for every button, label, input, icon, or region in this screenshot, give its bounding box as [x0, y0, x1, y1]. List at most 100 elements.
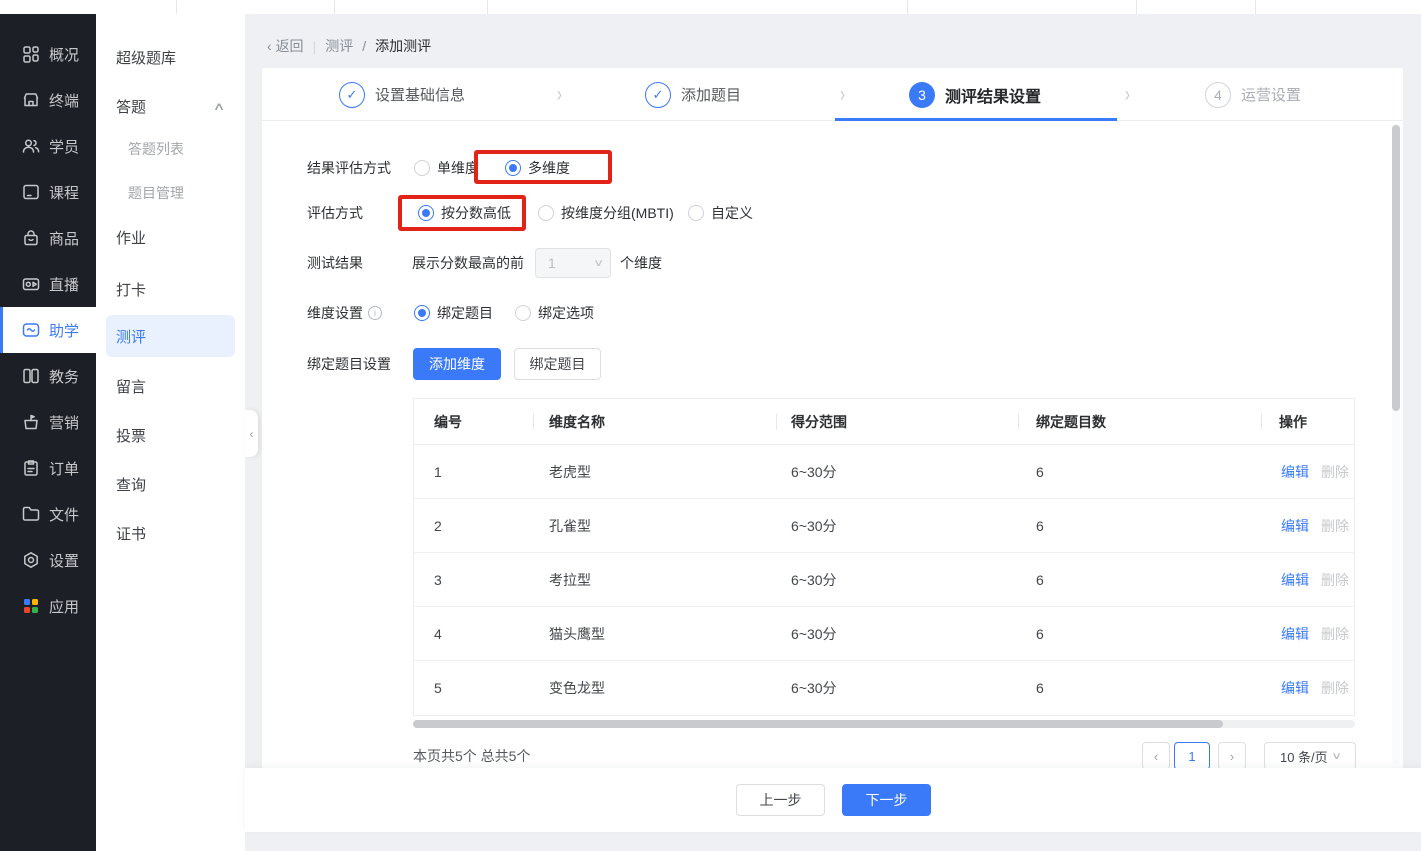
chevron-up-icon: ∧: [213, 100, 226, 113]
page-size-select[interactable]: 10 条/页 ∨: [1264, 742, 1356, 770]
radio-multi-dimension[interactable]: 多维度: [505, 152, 570, 184]
header-divider: [1018, 414, 1019, 430]
breadcrumb-current: 添加测评: [375, 36, 431, 56]
pagination-next-button[interactable]: ›: [1218, 742, 1246, 770]
sidebar-item-courses[interactable]: 课程: [0, 169, 96, 215]
header-divider: [1261, 414, 1262, 430]
delete-link[interactable]: 删除: [1321, 553, 1349, 607]
submenu-item-question-manage[interactable]: 题目管理: [106, 173, 235, 213]
submenu-item-checkin[interactable]: 打卡: [106, 269, 235, 309]
vertical-scrollbar-thumb[interactable]: [1392, 125, 1400, 411]
submenu-item-certificate[interactable]: 证书: [106, 513, 235, 553]
scrollbar-thumb[interactable]: [413, 720, 1223, 728]
delete-link[interactable]: 删除: [1321, 661, 1349, 715]
delete-link[interactable]: 删除: [1321, 499, 1349, 553]
submenu-item-query[interactable]: 查询: [106, 464, 235, 504]
radio-by-dimension-group[interactable]: 按维度分组(MBTI): [538, 197, 674, 229]
settings-icon: [21, 550, 41, 570]
col-count: 绑定题目数: [1036, 399, 1106, 445]
table-row: 5 变色龙型 6~30分 6 编辑 删除: [414, 661, 1354, 715]
pagination-page-1[interactable]: 1: [1174, 742, 1210, 770]
sidebar-collapse-handle[interactable]: ‹: [245, 410, 258, 457]
radio-bind-option[interactable]: 绑定选项: [515, 297, 594, 329]
sidebar-item-label: 助学: [49, 320, 79, 341]
step-number: 3: [909, 82, 935, 108]
chevron-right-icon: ›: [557, 57, 562, 131]
radio-bind-question[interactable]: 绑定题目: [414, 297, 493, 329]
sidebar-item-orders[interactable]: 订单: [0, 445, 96, 491]
sidebar-item-terminal[interactable]: 终端: [0, 77, 96, 123]
chevron-left-icon: ‹: [250, 427, 254, 441]
table-row: 3 考拉型 6~30分 6 编辑 删除: [414, 553, 1354, 607]
table-header: 编号 维度名称 得分范围 绑定题目数 操作: [414, 399, 1354, 445]
table-row: 1 老虎型 6~30分 6 编辑 删除: [414, 445, 1354, 499]
submenu-item-message[interactable]: 留言: [106, 366, 235, 406]
breadcrumb: ‹ 返回 | 测评 / 添加测评: [267, 36, 431, 56]
sidebar-item-settings[interactable]: 设置: [0, 537, 96, 583]
step-basic-info: ✓ 设置基础信息: [339, 68, 465, 121]
bind-question-button[interactable]: 绑定题目: [514, 348, 601, 380]
submenu-item-homework[interactable]: 作业: [106, 217, 235, 257]
academics-icon: [21, 366, 41, 386]
sidebar-item-label: 概况: [49, 44, 79, 65]
sidebar-item-marketing[interactable]: 营销: [0, 399, 96, 445]
form-row-test-result: 测试结果 展示分数最高的前 1 ∨ 个维度: [262, 247, 1403, 279]
submenu-item-answering[interactable]: 答题∧: [106, 86, 235, 126]
submenu-item-vote[interactable]: 投票: [106, 415, 235, 455]
submenu-item-assessment[interactable]: 测评: [106, 315, 235, 357]
select-prefix-text: 展示分数最高的前: [412, 247, 524, 279]
add-dimension-button[interactable]: 添加维度: [413, 348, 501, 380]
sidebar-item-label: 学员: [49, 136, 79, 157]
sidebar-item-academics[interactable]: 教务: [0, 353, 96, 399]
radio-checked-icon: [418, 205, 434, 221]
apps-icon: [21, 596, 41, 616]
radio-icon: [515, 305, 531, 321]
sidebar-item-label: 订单: [49, 458, 79, 479]
chevron-down-icon: ∨: [1331, 751, 1342, 762]
breadcrumb-section[interactable]: 测评: [325, 36, 353, 56]
edit-link[interactable]: 编辑: [1281, 499, 1309, 553]
sidebar-item-students[interactable]: 学员: [0, 123, 96, 169]
chevron-down-icon: ∨: [593, 258, 604, 269]
courses-icon: [21, 182, 41, 202]
sidebar-item-label: 课程: [49, 182, 79, 203]
stepper: ✓ 设置基础信息 › ✓ 添加题目 › 3 测评结果设置 › 4 运营设置: [262, 68, 1403, 121]
back-link[interactable]: ‹ 返回: [267, 36, 304, 56]
edit-link[interactable]: 编辑: [1281, 445, 1309, 499]
submenu-item-answer-list[interactable]: 答题列表: [106, 129, 235, 169]
horizontal-scrollbar[interactable]: [413, 720, 1355, 728]
radio-custom[interactable]: 自定义: [688, 197, 753, 229]
step-operation-settings: 4 运营设置: [1205, 68, 1301, 121]
sidebar-item-goods[interactable]: 商品: [0, 215, 96, 261]
pagination-prev-button[interactable]: ‹: [1142, 742, 1170, 770]
sidebar-item-files[interactable]: 文件: [0, 491, 96, 537]
breadcrumb-separator: /: [362, 38, 366, 54]
sidebar-item-study-aid[interactable]: 助学: [0, 307, 96, 353]
next-step-button[interactable]: 下一步: [842, 784, 931, 816]
tab-divider: [907, 0, 908, 14]
edit-link[interactable]: 编辑: [1281, 607, 1309, 661]
previous-step-button[interactable]: 上一步: [736, 784, 825, 816]
radio-by-score[interactable]: 按分数高低: [418, 197, 511, 229]
step-check-icon: ✓: [339, 82, 365, 108]
radio-single-dimension[interactable]: 单维度: [414, 152, 479, 184]
table-row: 4 猫头鹰型 6~30分 6 编辑 删除: [414, 607, 1354, 661]
edit-link[interactable]: 编辑: [1281, 661, 1309, 715]
delete-link[interactable]: 删除: [1321, 445, 1349, 499]
marketing-icon: [21, 412, 41, 432]
sidebar-item-label: 营销: [49, 412, 79, 433]
sidebar-item-overview[interactable]: 概况: [0, 31, 96, 77]
secondary-sidebar: 超级题库 答题∧ 答题列表 题目管理 作业 打卡 测评 留言 投票 查询 证书: [96, 14, 245, 851]
sidebar-item-apps[interactable]: 应用: [0, 583, 96, 629]
sidebar-item-live[interactable]: 直播: [0, 261, 96, 307]
overview-icon: [21, 44, 41, 64]
edit-link[interactable]: 编辑: [1281, 553, 1309, 607]
delete-link[interactable]: 删除: [1321, 607, 1349, 661]
radio-icon: [538, 205, 554, 221]
chevron-left-icon: ‹: [267, 38, 272, 54]
breadcrumb-divider: |: [313, 38, 317, 54]
submenu-item-question-bank[interactable]: 超级题库: [106, 37, 235, 77]
tab-divider: [1255, 0, 1256, 14]
tab-divider: [487, 0, 488, 14]
top-dimension-select[interactable]: 1 ∨: [535, 248, 611, 278]
